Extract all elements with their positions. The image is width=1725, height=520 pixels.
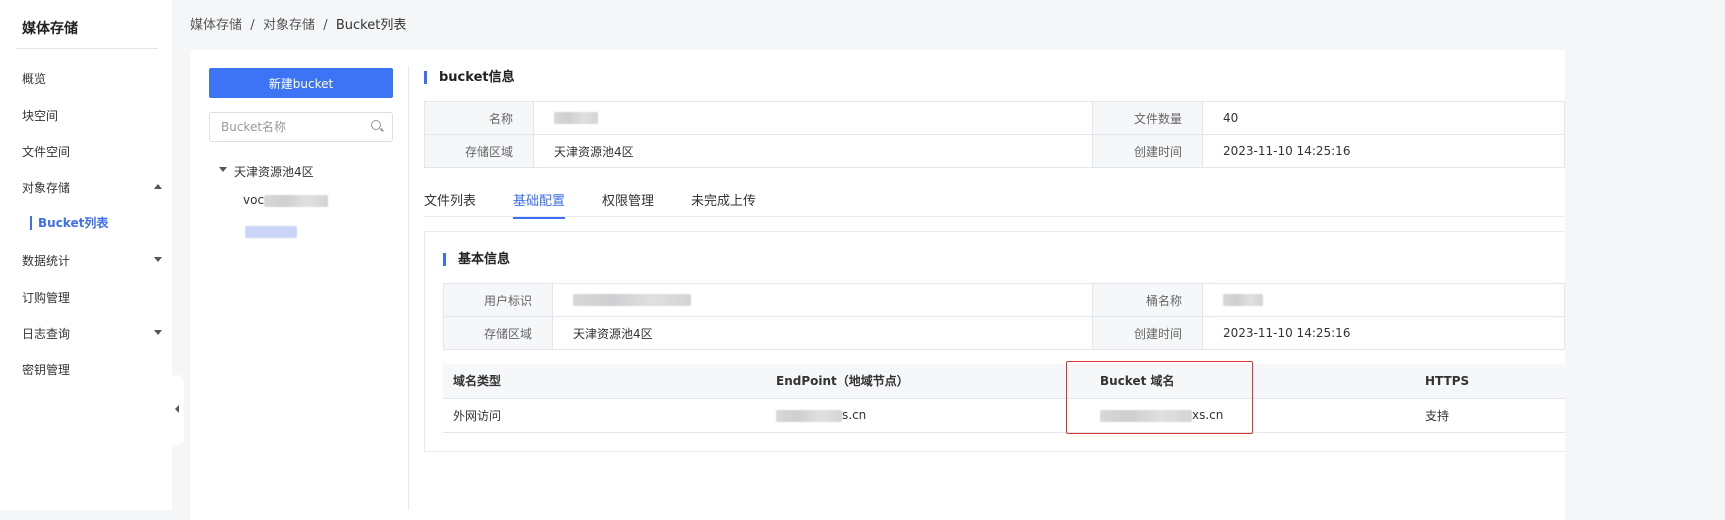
sidebar-item-block[interactable]: 块空间 [22, 107, 58, 124]
table-row: 存储区域 天津资源池4区 创建时间 2023-11-10 14:25:16 [443, 316, 1565, 350]
created-time-value: 2023-11-10 14:25:16 [1202, 134, 1565, 168]
bucket-info-title: bucket信息 [424, 71, 515, 84]
chevron-up-icon[interactable] [154, 184, 162, 189]
endpoint-value: s.cn [776, 398, 1100, 433]
tree-region[interactable]: 天津资源池4区 [234, 163, 314, 180]
chevron-down-icon[interactable] [154, 330, 162, 335]
label: 创建时间 [1092, 316, 1203, 350]
basic-info-table: 用户标识 桶名称 存储区域 天津资源池4区 创建时间 2023-11-10 14:25:… [443, 283, 1565, 350]
column-header: EndPoint（地域节点） [776, 364, 1100, 399]
highlight-box [1066, 361, 1253, 434]
domain-type: 外网访问 [443, 398, 776, 433]
chevron-down-icon[interactable] [154, 257, 162, 262]
bucket-name-value [533, 101, 1093, 135]
tab-permissions[interactable]: 权限管理 [602, 190, 654, 219]
search-icon[interactable] [371, 120, 381, 130]
tab-file-list[interactable]: 文件列表 [424, 190, 476, 219]
breadcrumb-item[interactable]: 媒体存储 [190, 18, 242, 33]
sidebar-item-keys[interactable]: 密钥管理 [22, 361, 70, 378]
bucket-search-input[interactable] [209, 112, 393, 142]
sidebar-item-overview[interactable]: 概览 [22, 70, 46, 87]
bucket-info-table: 名称 文件数量 40 存储区域 天津资源池4区 创建时间 2023-11-10 14:25… [424, 101, 1565, 168]
label: 桶名称 [1092, 283, 1203, 317]
sidebar-item-stats[interactable]: 数据统计 [22, 252, 70, 269]
divider [424, 216, 1565, 217]
tab-basic-config[interactable]: 基础配置 [513, 190, 566, 219]
label: 名称 [424, 101, 534, 135]
bucket-name-value [1202, 283, 1565, 317]
column-header: HTTPS [1425, 364, 1565, 399]
label: 用户标识 [443, 283, 553, 317]
sidebar-title: 媒体存储 [22, 21, 78, 37]
file-count-value: 40 [1202, 101, 1565, 135]
sidebar-item-object[interactable]: 对象存储 [22, 179, 70, 196]
divider [16, 48, 158, 49]
column-header: 域名类型 [443, 364, 776, 399]
label: 存储区域 [424, 134, 534, 168]
label: 创建时间 [1092, 134, 1203, 168]
region-value: 天津资源池4区 [552, 316, 1093, 350]
region-value: 天津资源池4区 [533, 134, 1093, 168]
sidebar-item-file[interactable]: 文件空间 [22, 143, 70, 160]
tree-item-bucket-redacted[interactable] [245, 226, 297, 238]
bucket-name: voc [243, 193, 265, 207]
table-row: 名称 文件数量 40 [424, 101, 1565, 135]
user-id-value [552, 283, 1093, 317]
divider [408, 66, 409, 510]
tab-incomplete-uploads[interactable]: 未完成上传 [691, 190, 756, 219]
chevron-left-icon [175, 405, 179, 413]
sidebar-item-bucket-list[interactable]: Bucket列表 [30, 216, 108, 230]
sidebar-item-logs[interactable]: 日志查询 [22, 325, 70, 342]
tree-item-bucket[interactable]: voc [243, 193, 329, 207]
created-time-value: 2023-11-10 14:25:16 [1202, 316, 1565, 350]
sidebar-item-orders[interactable]: 订购管理 [22, 289, 70, 306]
domain-table: 域名类型 EndPoint（地域节点） Bucket 域名 HTTPS 外网访问 s.c… [443, 364, 1565, 433]
https-value: 支持 [1425, 398, 1565, 433]
collapse-sidebar-button[interactable] [172, 375, 184, 445]
table-row: 用户标识 桶名称 [443, 283, 1565, 317]
label: 存储区域 [443, 316, 553, 350]
sidebar: 媒体存储 概览 块空间 文件空间 对象存储 Bucket列表 数据统计 订购管理… [0, 0, 172, 510]
new-bucket-button[interactable]: 新建bucket [209, 68, 393, 98]
breadcrumb: 媒体存储 / 对象存储 / Bucket列表 [190, 18, 407, 33]
table-header: 域名类型 EndPoint（地域节点） Bucket 域名 HTTPS [443, 364, 1565, 399]
tabs: 文件列表 基础配置 权限管理 未完成上传 [424, 190, 793, 219]
redacted [264, 194, 329, 207]
breadcrumb-current: Bucket列表 [335, 18, 407, 33]
table-row: 外网访问 s.cn xs.cn 支持 [443, 398, 1565, 433]
basic-info-title: 基本信息 [443, 253, 510, 266]
table-row: 存储区域 天津资源池4区 创建时间 2023-11-10 14:25:16 [424, 134, 1565, 168]
breadcrumb-item[interactable]: 对象存储 [263, 18, 315, 33]
caret-down-icon[interactable] [219, 167, 227, 172]
label: 文件数量 [1092, 101, 1203, 135]
